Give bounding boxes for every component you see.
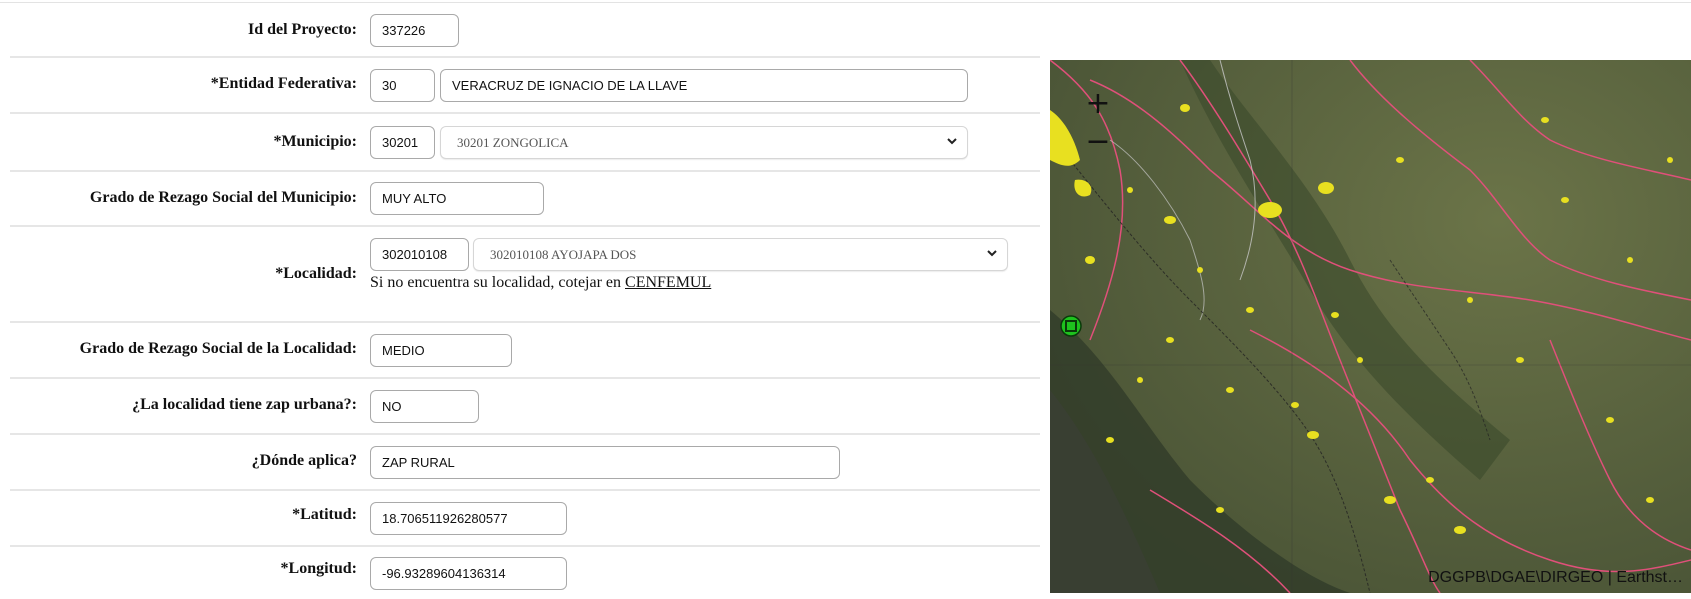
row-longitud: *Longitud: -96.93289604136314: [10, 547, 1040, 597]
zoom-in-button[interactable]: +: [1082, 88, 1114, 120]
localidad-code-field[interactable]: 302010108: [370, 238, 469, 271]
label-longitud: *Longitud:: [280, 560, 357, 577]
row-latitud: *Latitud: 18.706511926280577: [10, 491, 1040, 547]
row-id-proyecto: Id del Proyecto: 337226: [10, 2, 1040, 58]
label-entidad: *Entidad Federativa:: [210, 75, 357, 92]
entidad-name-field[interactable]: VERACRUZ DE IGNACIO DE LA LLAVE: [440, 69, 968, 102]
municipio-select[interactable]: 30201 ZONGOLICA: [440, 126, 968, 159]
rezago-municipio-field[interactable]: MUY ALTO: [370, 182, 544, 215]
label-latitud: *Latitud:: [292, 506, 357, 523]
rezago-localidad-field[interactable]: MEDIO: [370, 334, 512, 367]
latitud-field[interactable]: 18.706511926280577: [370, 502, 567, 535]
label-rezago-municipio: Grado de Rezago Social del Municipio:: [89, 189, 357, 206]
municipio-select-value: 30201 ZONGOLICA: [457, 135, 569, 150]
localidad-help-text: Si no encuentra su localidad, cotejar en…: [370, 274, 711, 292]
row-donde-aplica: ¿Dónde aplica? ZAP RURAL: [10, 435, 1040, 491]
label-localidad: *Localidad:: [275, 265, 357, 282]
label-rezago-localidad: Grado de Rezago Social de la Localidad:: [79, 340, 357, 357]
municipio-code-field[interactable]: 30201: [370, 126, 435, 159]
satellite-map[interactable]: + − DGGPB\DGAE\DIRGEO | Earthst…: [1050, 60, 1691, 593]
chevron-down-icon: [947, 138, 957, 145]
chevron-down-icon: [987, 250, 997, 257]
row-zap-urbana: ¿La localidad tiene zap urbana?: NO: [10, 379, 1040, 435]
row-rezago-localidad: Grado de Rezago Social de la Localidad: …: [10, 323, 1040, 379]
zoom-out-button[interactable]: −: [1082, 126, 1114, 158]
localidad-help-message: Si no encuentra su localidad, cotejar en: [370, 274, 622, 291]
project-form: Id del Proyecto: 337226 *Entidad Federat…: [10, 2, 1040, 597]
label-municipio: *Municipio:: [273, 133, 357, 150]
row-municipio: *Municipio: 30201 30201 ZONGOLICA: [10, 114, 1040, 172]
label-zap-urbana: ¿La localidad tiene zap urbana?:: [132, 396, 357, 413]
row-localidad: *Localidad: 302010108 302010108 AYOJAPA …: [10, 227, 1040, 323]
label-donde-aplica: ¿Dónde aplica?: [251, 452, 357, 469]
entidad-code-field[interactable]: 30: [370, 69, 435, 102]
donde-aplica-field[interactable]: ZAP RURAL: [370, 446, 840, 479]
map-imagery: [1050, 60, 1691, 593]
localidad-select-value: 302010108 AYOJAPA DOS: [490, 247, 637, 262]
location-marker[interactable]: [1060, 315, 1082, 337]
row-rezago-municipio: Grado de Rezago Social del Municipio: MU…: [10, 172, 1040, 227]
zap-urbana-field[interactable]: NO: [370, 390, 479, 423]
localidad-select[interactable]: 302010108 AYOJAPA DOS: [473, 238, 1008, 271]
row-entidad: *Entidad Federativa: 30 VERACRUZ DE IGNA…: [10, 58, 1040, 114]
longitud-field[interactable]: -96.93289604136314: [370, 557, 567, 590]
label-id-proyecto: Id del Proyecto:: [247, 21, 357, 38]
cenfemul-link[interactable]: CENFEMUL: [625, 274, 711, 291]
map-attribution: DGGPB\DGAE\DIRGEO | Earthst…: [1428, 569, 1683, 586]
id-proyecto-field[interactable]: 337226: [370, 14, 459, 47]
